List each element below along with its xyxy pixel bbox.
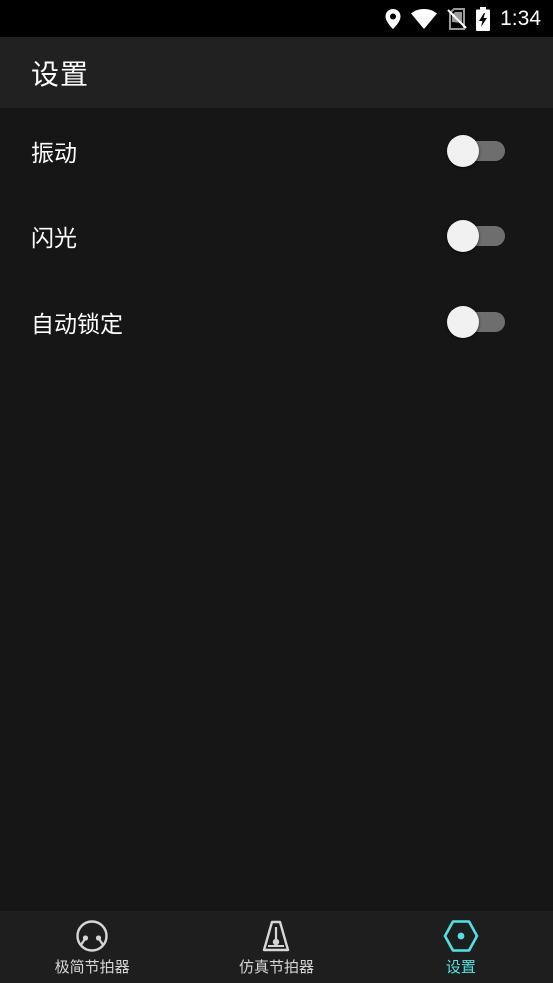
nav-item-settings[interactable]: 设置 [369, 911, 553, 983]
nav-item-simple-metronome[interactable]: 极简节拍器 [0, 911, 184, 983]
page-title: 设置 [31, 57, 90, 91]
status-bar: 1:34 [0, 0, 553, 37]
setting-label-vibration: 振动 [31, 140, 77, 167]
location-icon [384, 8, 402, 30]
settings-hex-icon [443, 918, 479, 954]
nav-label-metronome: 仿真节拍器 [238, 957, 314, 976]
nav-label-settings: 设置 [445, 957, 476, 976]
setting-label-auto-lock: 自动锁定 [31, 311, 123, 338]
setting-row-flash[interactable]: 闪光 [0, 194, 553, 280]
bottom-nav: 极简节拍器 仿真节拍器 设置 [0, 911, 553, 983]
auto-lock-toggle-thumb [447, 305, 479, 338]
metronome-icon [258, 918, 294, 954]
no-sim-icon [446, 7, 468, 30]
app-bar: 设置 [0, 37, 553, 108]
vibration-toggle-thumb [447, 134, 479, 167]
vibration-toggle[interactable] [447, 134, 505, 167]
settings-screen: 1:34 设置 振动 闪光 自动锁定 极简节拍器 仿真节拍器 设置 [0, 0, 553, 983]
setting-row-vibration[interactable]: 振动 [0, 108, 553, 194]
wifi-icon [410, 8, 438, 30]
simple-metronome-icon [74, 918, 110, 954]
setting-label-flash: 闪光 [31, 226, 77, 253]
nav-item-metronome[interactable]: 仿真节拍器 [184, 911, 368, 983]
nav-label-simple-metronome: 极简节拍器 [54, 957, 130, 976]
auto-lock-toggle[interactable] [447, 305, 505, 338]
battery-charging-icon [476, 6, 491, 31]
flash-toggle-thumb [447, 220, 479, 253]
settings-list: 振动 闪光 自动锁定 [0, 108, 553, 365]
flash-toggle[interactable] [447, 220, 505, 253]
status-time: 1:34 [500, 6, 541, 30]
setting-row-auto-lock[interactable]: 自动锁定 [0, 279, 553, 365]
